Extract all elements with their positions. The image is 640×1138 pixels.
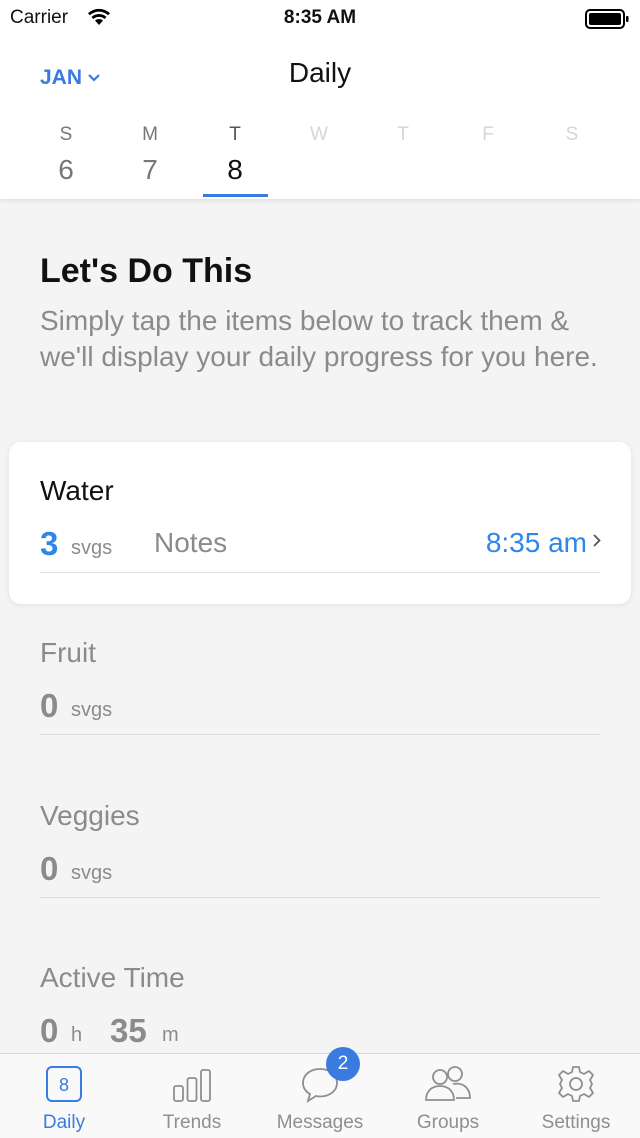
gear-icon	[556, 1064, 596, 1104]
servings-count: 0	[40, 850, 59, 887]
item-name: Water	[40, 475, 114, 506]
tab-label: Groups	[416, 1112, 480, 1133]
day-number: 8	[227, 154, 243, 185]
selected-day-indicator	[203, 194, 268, 197]
item-name: Veggies	[40, 800, 140, 831]
status-time: 8:35 AM	[283, 7, 357, 28]
day-letter: M	[142, 124, 158, 145]
hours-unit: h	[71, 1024, 83, 1046]
day-tuesday[interactable]: T 8	[205, 124, 265, 186]
minutes-unit: m	[162, 1024, 179, 1046]
water-card[interactable]: Water 3 svgs Notes 8:35 am	[9, 442, 631, 604]
tab-trends[interactable]: Trends	[128, 1054, 256, 1138]
day-sunday[interactable]: S 6	[36, 124, 96, 186]
tab-label: Trends	[162, 1112, 222, 1133]
servings-unit: svgs	[71, 699, 113, 721]
day-letter: F	[482, 124, 494, 145]
battery-icon	[585, 9, 629, 34]
notes-field[interactable]: Notes	[154, 527, 227, 559]
calendar-day-number: 8	[59, 1075, 69, 1095]
people-icon	[425, 1064, 471, 1104]
day-letter: W	[310, 124, 328, 145]
tab-bar: 8 Daily Trends Messages Groups Settings	[0, 1053, 640, 1138]
day-monday[interactable]: M 7	[120, 124, 180, 186]
bar-chart-icon	[172, 1064, 212, 1104]
day-number: 6	[58, 154, 74, 185]
servings-count: 3	[40, 525, 59, 562]
calendar-day-icon: 8	[44, 1064, 84, 1104]
item-name: Active Time	[40, 962, 185, 993]
tab-label: Settings	[541, 1112, 611, 1133]
day-letter: T	[397, 124, 409, 145]
day-thursday: T	[373, 124, 433, 146]
servings-unit: svgs	[71, 537, 113, 559]
minutes-count: 35	[110, 1012, 147, 1049]
day-letter: T	[229, 124, 241, 145]
day-letter: S	[59, 124, 73, 145]
logged-time[interactable]: 8:35 am	[486, 527, 587, 559]
day-letter: S	[565, 124, 579, 145]
chevron-right-icon	[593, 534, 601, 552]
daily-header: JAN Daily S 6 M 7 T 8 W T F S	[0, 36, 640, 199]
day-number: 7	[142, 154, 158, 185]
intro-text: Simply tap the items below to track them…	[40, 305, 598, 372]
tab-daily[interactable]: 8 Daily	[0, 1054, 128, 1138]
intro-title: Let's Do This	[40, 252, 253, 290]
status-bar: Carrier 8:35 AM	[0, 0, 640, 36]
servings-unit: svgs	[71, 862, 113, 884]
day-wednesday: W	[289, 124, 349, 146]
tab-settings[interactable]: Settings	[512, 1054, 640, 1138]
divider	[40, 897, 600, 898]
item-name: Fruit	[40, 637, 96, 668]
hours-count: 0	[40, 1012, 59, 1049]
tab-groups[interactable]: Groups	[384, 1054, 512, 1138]
day-saturday: S	[542, 124, 602, 146]
divider	[40, 572, 600, 573]
divider	[40, 734, 600, 735]
messages-badge: 2	[326, 1047, 360, 1081]
servings-count: 0	[40, 687, 59, 724]
tab-label: Messages	[276, 1112, 364, 1133]
day-friday: F	[458, 124, 518, 146]
page-title: Daily	[288, 57, 352, 88]
tab-messages[interactable]: Messages	[256, 1054, 384, 1138]
tab-label: Daily	[42, 1112, 86, 1133]
